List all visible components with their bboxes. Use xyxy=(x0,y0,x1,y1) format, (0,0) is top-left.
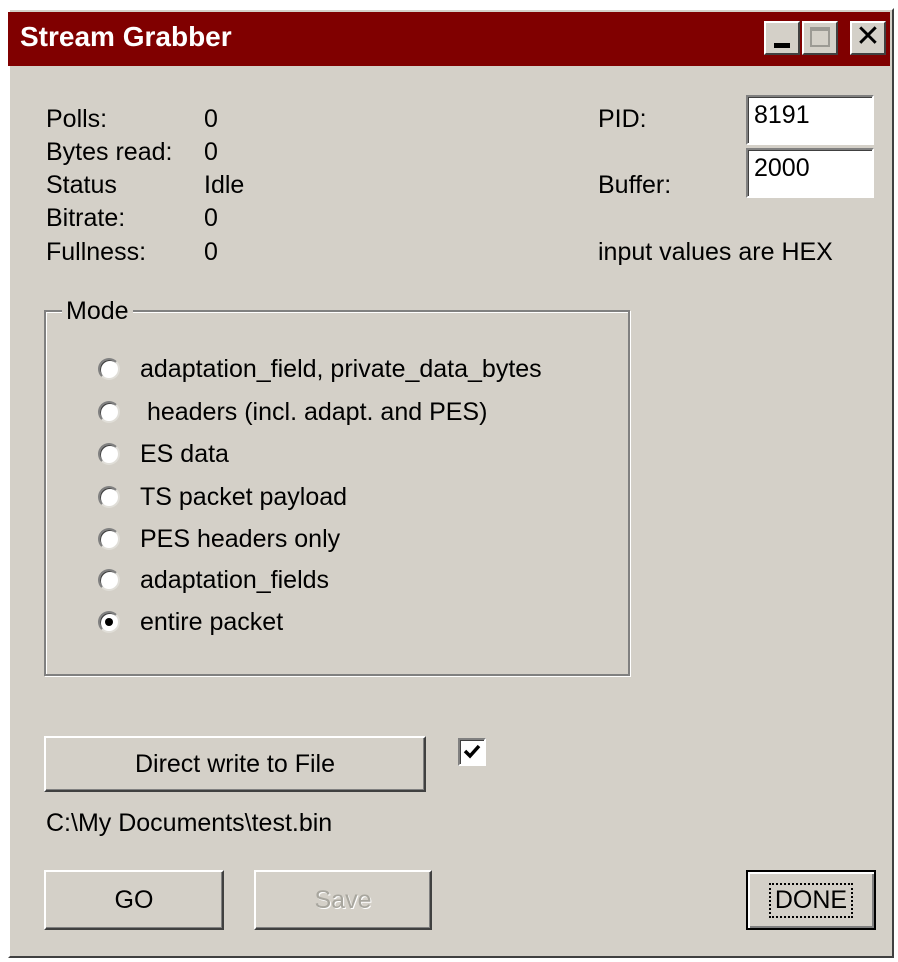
file-path: C:\My Documents\test.bin xyxy=(46,809,333,837)
checkmark-icon xyxy=(463,744,481,759)
mode-option-ts-payload[interactable]: TS packet payload xyxy=(98,480,347,514)
fullness-label: Fullness: xyxy=(46,238,147,266)
mode-option-adaptation-fields[interactable]: adaptation_fields xyxy=(98,563,329,597)
bytes-read-value: 0 xyxy=(204,138,218,166)
buffer-label: Buffer: xyxy=(598,171,672,199)
radio-button[interactable] xyxy=(98,611,120,633)
done-label: DONE xyxy=(768,882,854,918)
close-button[interactable]: ✕ xyxy=(850,19,886,55)
mode-option-private-data[interactable]: adaptation_field, private_data_bytes xyxy=(98,352,542,386)
pid-input[interactable]: 8191 xyxy=(746,95,874,145)
mode-option-entire-packet[interactable]: entire packet xyxy=(98,605,283,639)
mode-option-label: ES data xyxy=(140,439,229,468)
status-label: Status xyxy=(46,171,117,199)
mode-option-pes-headers[interactable]: PES headers only xyxy=(98,522,340,556)
mode-option-es-data[interactable]: ES data xyxy=(98,437,229,471)
bytes-read-label: Bytes read: xyxy=(46,138,173,166)
radio-button[interactable] xyxy=(98,358,120,380)
fullness-value: 0 xyxy=(204,238,218,266)
mode-option-label: TS packet payload xyxy=(140,482,348,511)
done-button[interactable]: DONE xyxy=(746,870,876,930)
window-title: Stream Grabber xyxy=(20,21,232,52)
direct-write-button[interactable]: Direct write to File xyxy=(44,736,426,792)
radio-selected-dot xyxy=(105,618,113,626)
mode-option-label: adaptation_field, private_data_bytes xyxy=(140,354,542,383)
radio-button[interactable] xyxy=(98,401,120,423)
direct-write-label: Direct write to File xyxy=(134,749,336,778)
minimize-button[interactable] xyxy=(764,21,800,55)
buffer-input[interactable]: 2000 xyxy=(746,148,874,198)
radio-button[interactable] xyxy=(98,443,120,465)
mode-option-label: PES headers only xyxy=(140,524,341,553)
radio-button[interactable] xyxy=(98,486,120,508)
mode-option-label: adaptation_fields xyxy=(140,565,330,594)
polls-label: Polls: xyxy=(46,105,108,133)
minimize-icon xyxy=(774,43,790,48)
mode-option-headers[interactable]: headers (incl. adapt. and PES) xyxy=(98,395,487,429)
mode-legend: Mode xyxy=(62,296,133,326)
pid-label: PID: xyxy=(598,105,647,133)
mode-option-label: headers (incl. adapt. and PES) xyxy=(140,397,488,426)
bitrate-label: Bitrate: xyxy=(46,204,126,232)
bitrate-value: 0 xyxy=(204,204,218,232)
maximize-icon xyxy=(810,27,830,47)
save-button: Save xyxy=(254,870,432,930)
mode-option-label: entire packet xyxy=(140,607,284,636)
go-button[interactable]: GO xyxy=(44,870,224,930)
maximize-button xyxy=(802,21,838,55)
status-value: Idle xyxy=(204,171,245,199)
radio-button[interactable] xyxy=(98,528,120,550)
hex-hint: input values are HEX xyxy=(598,238,833,266)
direct-write-checkbox[interactable] xyxy=(458,738,486,766)
radio-button[interactable] xyxy=(98,569,120,591)
polls-value: 0 xyxy=(204,105,218,133)
save-label: Save xyxy=(314,885,372,914)
close-icon: ✕ xyxy=(855,19,881,54)
go-label: GO xyxy=(114,885,154,914)
title-bar[interactable]: Stream Grabber ✕ xyxy=(8,12,890,66)
